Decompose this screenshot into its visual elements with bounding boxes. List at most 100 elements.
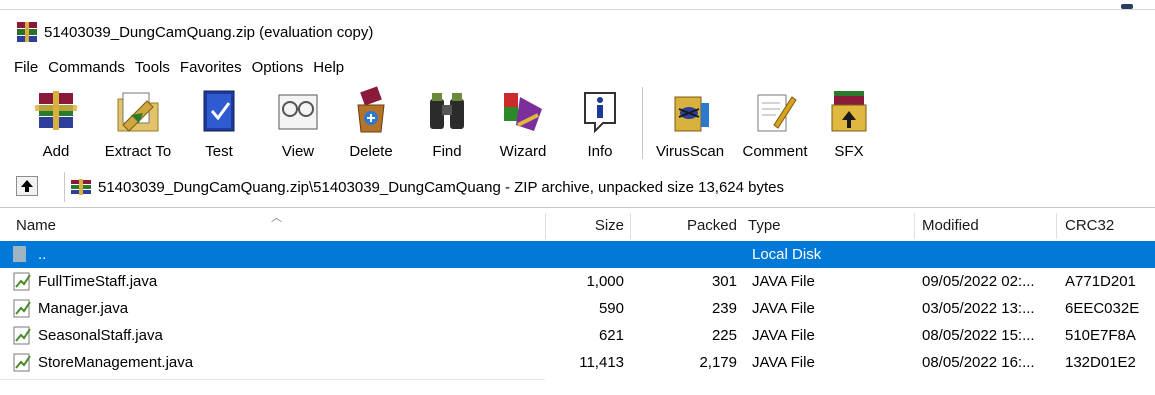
java-file-icon (13, 299, 31, 318)
up-arrow-icon (21, 180, 33, 192)
delete-button[interactable]: Delete (340, 83, 402, 163)
view-label: View (281, 143, 315, 160)
file-type: JAVA File (752, 300, 815, 317)
delete-bin-icon (357, 86, 385, 133)
file-type: JAVA File (752, 354, 815, 371)
list-bottom-edge (0, 379, 545, 380)
column-divider (914, 213, 915, 239)
info-button[interactable]: Info (574, 83, 626, 163)
virusscan-icon (674, 96, 709, 132)
wizard-label: Wizard (499, 143, 547, 160)
column-header-size[interactable]: Size (546, 211, 624, 240)
virusscan-button[interactable]: VirusScan (650, 83, 730, 163)
extract-to-label: Extract To (104, 143, 172, 160)
wizard-button[interactable]: Wizard (490, 83, 556, 163)
virusscan-label: VirusScan (655, 143, 725, 160)
up-one-level-button[interactable] (16, 176, 38, 196)
table-row[interactable]: FullTimeStaff.java 1,000 301 JAVA File 0… (0, 268, 1155, 295)
menu-favorites[interactable]: Favorites (180, 59, 242, 76)
add-archive-icon (35, 91, 77, 130)
file-modified: 08/05/2022 16:... (922, 354, 1035, 371)
file-list-header: ︿ Name Size Packed Type Modified CRC32 (0, 211, 1155, 240)
add-label: Add (42, 143, 70, 160)
archive-icon (71, 179, 91, 195)
view-button[interactable]: View (265, 83, 331, 163)
file-size: 1,000 (586, 273, 624, 290)
delete-label: Delete (349, 143, 393, 160)
view-glasses-icon (278, 94, 318, 130)
file-size: 621 (598, 327, 624, 344)
info-icon (584, 92, 616, 134)
menu-help[interactable]: Help (313, 59, 344, 76)
column-header-name[interactable]: Name (16, 211, 316, 240)
file-size: 590 (598, 300, 624, 317)
column-header-modified[interactable]: Modified (922, 211, 1042, 240)
file-name: Manager.java (38, 300, 129, 317)
file-packed: 2,179 (699, 354, 737, 371)
java-file-icon (13, 272, 31, 291)
title-bar: 51403039_DungCamQuang.zip (evaluation co… (0, 11, 1155, 53)
file-modified: 03/05/2022 13:... (922, 300, 1035, 317)
window-top-edge (0, 0, 1155, 10)
file-crc32: 6EEC032E (1065, 300, 1140, 317)
window-edge-mark (1121, 4, 1133, 9)
table-row[interactable]: SeasonalStaff.java 621 225 JAVA File 08/… (0, 322, 1155, 349)
menu-options[interactable]: Options (252, 59, 304, 76)
column-divider (1056, 213, 1057, 239)
archive-path-text: 51403039_DungCamQuang.zip\51403039_DungC… (98, 178, 785, 196)
address-bar: 51403039_DungCamQuang.zip\51403039_DungC… (0, 168, 1155, 206)
java-file-icon (13, 353, 31, 372)
toolbar-separator (642, 87, 643, 159)
find-button[interactable]: Find (420, 83, 474, 163)
file-packed: 239 (711, 300, 737, 317)
info-label: Info (587, 143, 613, 160)
menu-file[interactable]: File (14, 59, 38, 76)
file-size: 11,413 (579, 354, 624, 371)
menu-tools[interactable]: Tools (135, 59, 170, 76)
file-name: StoreManagement.java (38, 354, 194, 371)
sfx-label: SFX (834, 143, 864, 160)
comment-label: Comment (742, 143, 808, 160)
sfx-button[interactable]: SFX (824, 83, 874, 163)
test-button[interactable]: Test (189, 83, 249, 163)
test-book-icon (203, 90, 235, 132)
file-crc32: A771D201 (1065, 273, 1136, 290)
column-header-type[interactable]: Type (748, 211, 898, 240)
file-modified: 09/05/2022 02:... (922, 273, 1035, 290)
comment-pen-icon (757, 94, 797, 132)
file-list: .. Local Disk FullTimeStaff.java 1,000 3… (0, 241, 1155, 376)
parent-folder-name: .. (38, 246, 47, 263)
archive-path-field[interactable]: 51403039_DungCamQuang.zip\51403039_DungC… (64, 172, 1155, 202)
wizard-icon (504, 93, 542, 131)
file-type: JAVA File (752, 327, 815, 344)
parent-folder-type: Local Disk (752, 246, 822, 263)
menu-commands[interactable]: Commands (48, 59, 125, 76)
file-crc32: 132D01E2 (1065, 354, 1136, 371)
java-file-icon (13, 326, 31, 345)
parent-folder-icon (13, 246, 26, 262)
file-modified: 08/05/2022 15:... (922, 327, 1035, 344)
file-packed: 225 (711, 327, 737, 344)
parent-folder-row[interactable]: .. Local Disk (0, 241, 1155, 268)
find-binoculars-icon (430, 93, 464, 129)
file-crc32: 510E7F8A (1065, 327, 1136, 344)
file-type: JAVA File (752, 273, 815, 290)
test-label: Test (205, 143, 233, 160)
add-button[interactable]: Add (22, 83, 90, 163)
sfx-box-icon (831, 91, 867, 132)
table-row[interactable]: StoreManagement.java 11,413 2,179 JAVA F… (0, 349, 1155, 376)
comment-button[interactable]: Comment (736, 83, 814, 163)
file-name: SeasonalStaff.java (38, 327, 163, 344)
table-row[interactable]: Manager.java 590 239 JAVA File 03/05/202… (0, 295, 1155, 322)
winrar-app-icon (17, 22, 37, 42)
separator-line (0, 207, 1155, 208)
extract-to-button[interactable]: Extract To (94, 83, 182, 163)
extract-folder-icon (117, 92, 159, 132)
find-label: Find (432, 143, 462, 160)
window-title: 51403039_DungCamQuang.zip (evaluation co… (44, 23, 374, 41)
file-packed: 301 (711, 273, 737, 290)
column-header-crc32[interactable]: CRC32 (1065, 211, 1150, 240)
file-name: FullTimeStaff.java (38, 273, 158, 290)
column-header-packed[interactable]: Packed (631, 211, 737, 240)
menu-bar: File Commands Tools Favorites Options He… (0, 55, 354, 79)
